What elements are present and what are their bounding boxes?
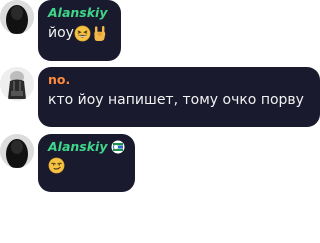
author-row: Alanskiy — [48, 139, 125, 155]
message-text-row — [48, 157, 125, 174]
smirking-face-emoji — [48, 157, 65, 174]
avatar[interactable] — [0, 134, 34, 168]
author-name[interactable]: no. — [48, 72, 310, 88]
message-bubble: Alanskiy йоу — [38, 0, 121, 61]
grinning-squint-face-emoji — [74, 25, 91, 42]
author-name[interactable]: Alanskiy — [48, 139, 107, 155]
message-bubble: no. кто йоу напишет, тому очко порву — [38, 67, 320, 127]
flag-badge-icon — [111, 140, 125, 154]
message-text: йоу — [48, 25, 74, 41]
message-text-row: йоу — [48, 23, 111, 43]
avatar[interactable] — [0, 0, 34, 34]
rock-on-hand-emoji — [91, 25, 108, 42]
message-bubble: Alanskiy — [38, 134, 135, 192]
message-text: кто йоу напишет, тому очко порву — [48, 92, 304, 108]
avatar[interactable] — [0, 67, 34, 101]
author-name[interactable]: Alanskiy — [48, 5, 111, 21]
